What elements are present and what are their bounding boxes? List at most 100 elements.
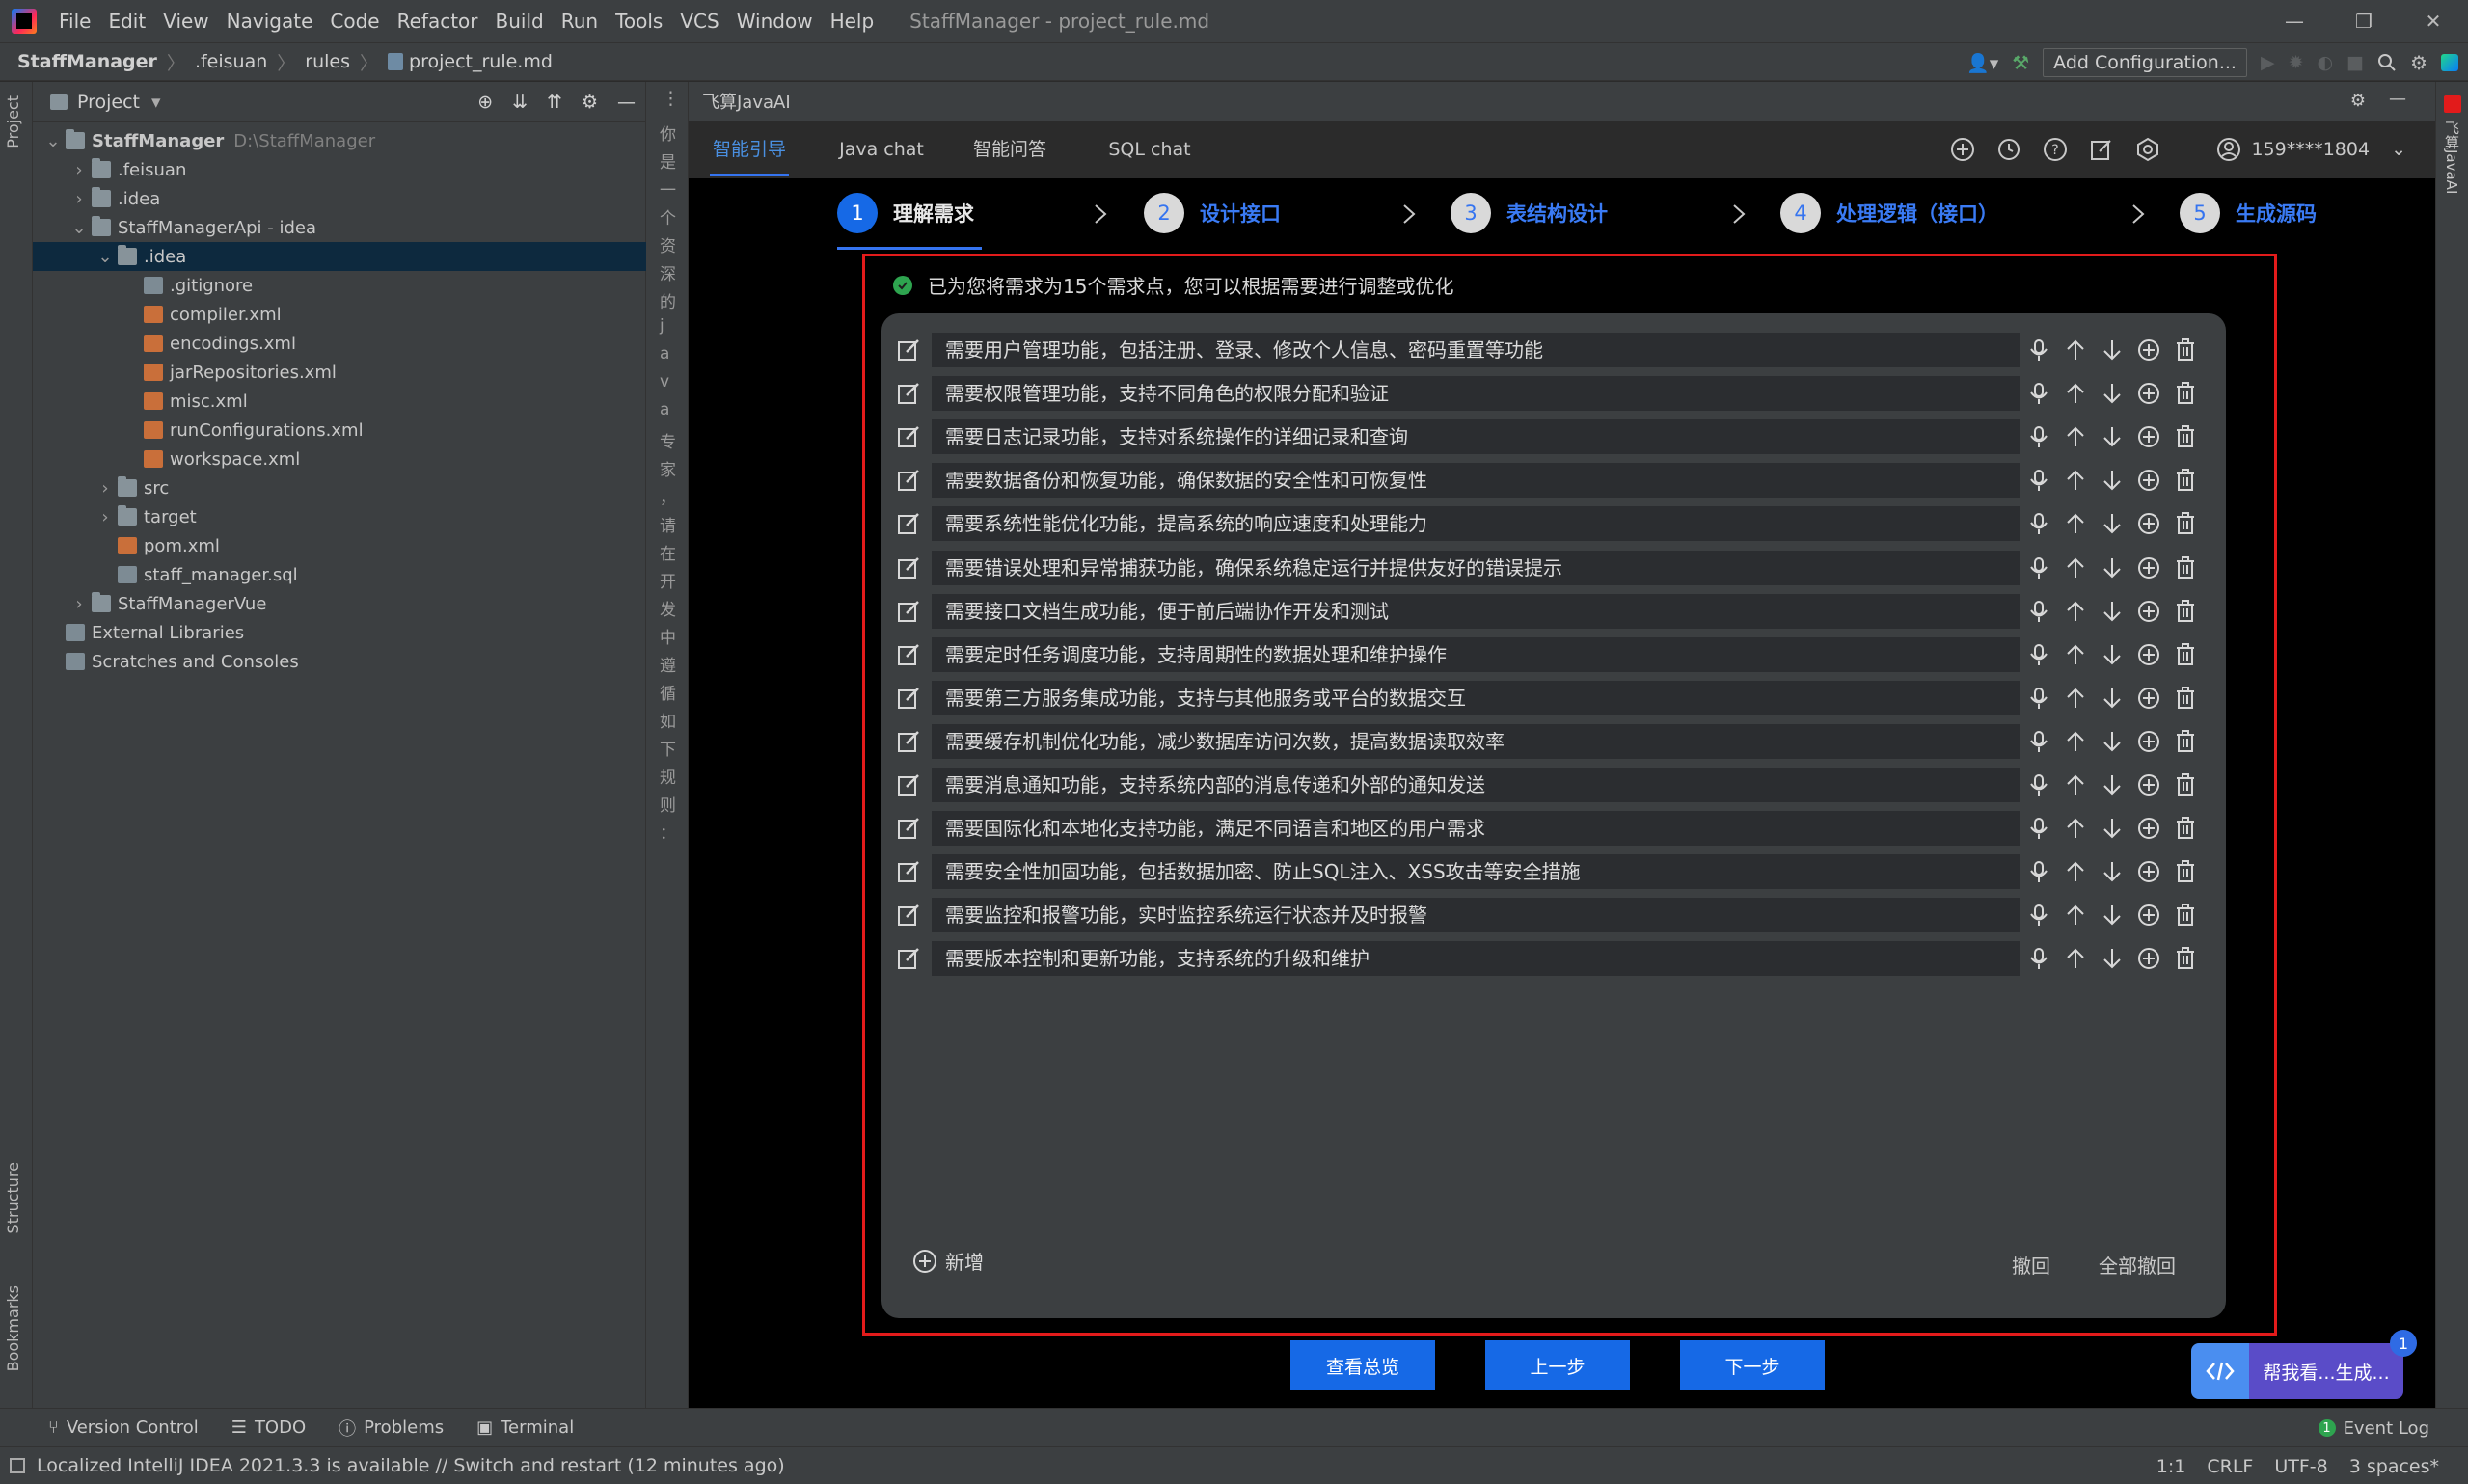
edit-icon[interactable] (897, 947, 920, 970)
move-up-icon[interactable] (2062, 945, 2089, 972)
trash-icon[interactable] (2172, 380, 2199, 407)
chevron-right-icon[interactable]: › (70, 189, 88, 209)
trash-icon[interactable] (2172, 598, 2199, 625)
move-down-icon[interactable] (2099, 598, 2126, 625)
edit-icon[interactable] (897, 425, 920, 448)
microphone-icon[interactable] (2025, 858, 2052, 885)
undo-all-button[interactable]: 全部撤回 (2099, 1251, 2176, 1279)
trash-icon[interactable] (2172, 945, 2199, 972)
add-circle-icon[interactable] (2135, 641, 2162, 668)
bookmarks-tool-tab[interactable]: Bookmarks (4, 1285, 22, 1371)
user-dropdown-icon[interactable]: 👤▾ (1966, 52, 1998, 74)
add-circle-icon[interactable] (2135, 902, 2162, 929)
step-2[interactable]: 2 设计接口 (1144, 192, 1281, 234)
add-circle-icon[interactable] (2135, 728, 2162, 755)
status-toggle-icon[interactable] (10, 1458, 25, 1473)
terminal-tab[interactable]: ▣ Terminal (476, 1417, 574, 1438)
version-control-tab[interactable]: ⑂ Version Control (48, 1417, 199, 1438)
previous-step-button[interactable]: 上一步 (1485, 1340, 1630, 1390)
tree-item[interactable]: compiler.xml (33, 300, 646, 329)
move-up-icon[interactable] (2062, 728, 2089, 755)
structure-tool-tab[interactable]: Structure (4, 1162, 22, 1233)
add-circle-icon[interactable] (2135, 945, 2162, 972)
plugin-icon[interactable] (2441, 54, 2458, 71)
edit-icon[interactable] (897, 687, 920, 710)
event-log-tab[interactable]: 1 Event Log (2318, 1409, 2429, 1447)
microphone-icon[interactable] (2025, 641, 2052, 668)
tree-item[interactable]: › StaffManagerVue (33, 589, 646, 618)
file-encoding[interactable]: UTF-8 (2274, 1456, 2327, 1477)
trash-icon[interactable] (2172, 685, 2199, 712)
tree-item[interactable]: encodings.xml (33, 329, 646, 358)
requirement-text[interactable]: 需要缓存机制优化功能，减少数据库访问次数，提高数据读取效率 (932, 723, 2020, 759)
tree-item[interactable]: staff_manager.sql (33, 560, 646, 589)
move-up-icon[interactable] (2062, 815, 2089, 842)
line-separator[interactable]: CRLF (2207, 1456, 2253, 1477)
view-overview-button[interactable]: 查看总览 (1290, 1340, 1435, 1390)
tab-smart-qa[interactable]: 智能问答 (970, 121, 1049, 178)
move-down-icon[interactable] (2099, 554, 2126, 581)
chevron-right-icon[interactable]: › (70, 160, 88, 180)
requirement-text[interactable]: 需要安全性加固功能，包括数据加密、防止SQL注入、XSS攻击等安全措施 (932, 854, 2020, 890)
requirement-text[interactable]: 需要消息通知功能，支持系统内部的消息传递和外部的通知发送 (932, 768, 2020, 802)
add-circle-icon[interactable] (2135, 554, 2162, 581)
microphone-icon[interactable] (2025, 728, 2052, 755)
account-icon[interactable] (2216, 137, 2241, 162)
microphone-icon[interactable] (2025, 902, 2052, 929)
edit-icon[interactable] (897, 817, 920, 840)
microphone-icon[interactable] (2025, 467, 2052, 494)
step-4[interactable]: 4 处理逻辑（接口） (1780, 192, 1998, 234)
move-up-icon[interactable] (2062, 902, 2089, 929)
tree-item[interactable]: › src (33, 473, 646, 502)
edit-icon[interactable] (897, 730, 920, 753)
project-view-title[interactable]: Project (77, 92, 140, 113)
tab-sql-chat[interactable]: SQL chat (1103, 121, 1196, 178)
microphone-icon[interactable] (2025, 423, 2052, 450)
indent-setting[interactable]: 3 spaces* (2349, 1456, 2439, 1477)
tree-item[interactable]: External Libraries (33, 618, 646, 647)
tree-item[interactable]: misc.xml (33, 387, 646, 416)
trash-icon[interactable] (2172, 467, 2199, 494)
chevron-down-icon[interactable]: ⌄ (70, 218, 88, 238)
menu-build[interactable]: Build (487, 0, 553, 42)
move-down-icon[interactable] (2099, 815, 2126, 842)
add-circle-icon[interactable] (2135, 685, 2162, 712)
tree-item[interactable]: workspace.xml (33, 445, 646, 473)
settings-gear-icon[interactable]: ⚙ (582, 92, 598, 113)
breadcrumb-item[interactable]: rules (305, 51, 350, 72)
menu-help[interactable]: Help (822, 0, 883, 42)
add-circle-icon[interactable] (2135, 598, 2162, 625)
microphone-icon[interactable] (2025, 945, 2052, 972)
chevron-down-icon[interactable]: ⌄ (96, 247, 114, 267)
search-icon[interactable] (2377, 53, 2397, 72)
requirement-text[interactable]: 需要监控和报警功能，实时监控系统运行状态并及时报警 (932, 898, 2020, 933)
edit-icon[interactable] (897, 382, 920, 405)
add-circle-icon[interactable] (2135, 337, 2162, 364)
trash-icon[interactable] (2172, 728, 2199, 755)
help-icon[interactable]: ? (2043, 137, 2068, 162)
move-up-icon[interactable] (2062, 641, 2089, 668)
trash-icon[interactable] (2172, 771, 2199, 798)
tree-item[interactable]: › target (33, 502, 646, 531)
trash-icon[interactable] (2172, 641, 2199, 668)
debug-icon[interactable]: ✹ (2289, 52, 2304, 73)
edit-icon[interactable] (897, 600, 920, 623)
add-circle-icon[interactable] (2135, 467, 2162, 494)
expand-all-icon[interactable]: ⇊ (512, 92, 528, 113)
code-icon[interactable] (2191, 1343, 2249, 1399)
project-tool-tab[interactable]: Project (4, 95, 22, 148)
requirement-text[interactable]: 需要数据备份和恢复功能，确保数据的安全性和可恢复性 (932, 463, 2020, 499)
edit-note-icon[interactable] (2089, 137, 2114, 162)
breadcrumb-item[interactable]: .feisuan (195, 51, 267, 72)
microphone-icon[interactable] (2025, 337, 2052, 364)
requirement-text[interactable]: 需要日志记录功能，支持对系统操作的详细记录和查询 (932, 419, 2020, 455)
caret-position[interactable]: 1:1 (2156, 1456, 2186, 1477)
edit-icon[interactable] (897, 773, 920, 796)
trash-icon[interactable] (2172, 902, 2199, 929)
move-up-icon[interactable] (2062, 423, 2089, 450)
menu-window[interactable]: Window (728, 0, 822, 42)
requirement-text[interactable]: 需要接口文档生成功能，便于前后端协作开发和测试 (932, 593, 2020, 629)
add-circle-icon[interactable] (2135, 815, 2162, 842)
build-hammer-icon[interactable]: ⚒ (2012, 51, 2029, 74)
menu-vcs[interactable]: VCS (671, 0, 727, 42)
